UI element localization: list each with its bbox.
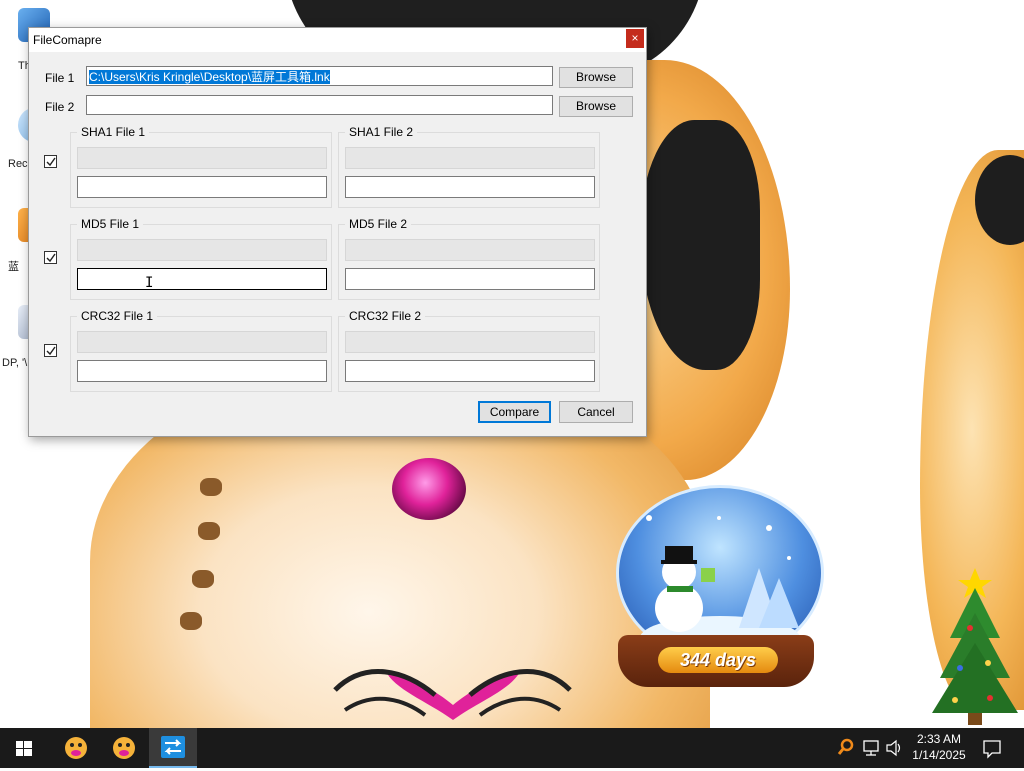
crc32-file2-computed [345, 331, 595, 353]
taskbar-clock[interactable]: 2:33 AM 1/14/2025 [900, 731, 978, 763]
taskbar-app-mascot-1[interactable] [52, 728, 100, 768]
sha1-file2-group: SHA1 File 2 [338, 125, 600, 208]
network-icon [863, 740, 879, 756]
md5-file2-input[interactable] [345, 268, 595, 290]
snow-globe-widget[interactable]: 344 days [612, 485, 824, 705]
md5-file1-computed [77, 239, 327, 261]
file2-browse-button[interactable]: Browse [559, 96, 633, 117]
md5-file2-group: MD5 File 2 [338, 217, 600, 300]
clock-date: 1/14/2025 [912, 748, 966, 762]
dialog-title: FileComapre [33, 33, 102, 47]
checkmark-icon [46, 157, 56, 167]
checkmark-icon [46, 346, 56, 356]
crc32-file1-group: CRC32 File 1 [70, 309, 332, 392]
crc32-file1-computed [77, 331, 327, 353]
text-cursor-icon: I [145, 275, 154, 291]
file2-path-input[interactable] [86, 95, 553, 115]
mascot-icon [113, 737, 135, 759]
md5-file1-group: MD5 File 1 [70, 217, 332, 300]
crc32-file1-input[interactable] [77, 360, 327, 382]
start-button[interactable] [0, 728, 48, 768]
action-center-button[interactable] [980, 728, 1004, 768]
sha1-checkbox[interactable] [44, 155, 57, 168]
snowman-scene [640, 515, 800, 660]
checkmark-icon [46, 253, 56, 263]
file1-browse-button[interactable]: Browse [559, 67, 633, 88]
file-compare-dialog: FileComapre × File 1 C:\Users\Kris Kring… [28, 27, 647, 437]
windows-logo-icon [16, 741, 32, 756]
crc32-file2-group: CRC32 File 2 [338, 309, 600, 392]
sha1-file2-input[interactable] [345, 176, 595, 198]
network-tray-icon[interactable] [860, 728, 882, 768]
md5-file2-title: MD5 File 2 [345, 217, 412, 231]
sha1-file2-title: SHA1 File 2 [345, 125, 418, 139]
compare-button[interactable]: Compare [478, 401, 551, 423]
md5-file2-computed [345, 239, 595, 261]
file2-label: File 2 [45, 100, 75, 114]
christmas-tree-icon [932, 568, 1018, 725]
days-countdown-badge: 344 days [658, 647, 778, 673]
md5-file1-input[interactable] [77, 268, 327, 290]
md5-file1-title: MD5 File 1 [77, 217, 144, 231]
clock-time: 2:33 AM [916, 732, 962, 746]
file1-path-input[interactable]: C:\Users\Kris Kringle\Desktop\蓝屏工具箱.lnk [86, 66, 553, 86]
sha1-file1-computed [77, 147, 327, 169]
sha1-file2-computed [345, 147, 595, 169]
mascot-icon [65, 737, 87, 759]
sha1-file1-title: SHA1 File 1 [77, 125, 150, 139]
notification-icon [983, 740, 1001, 759]
taskbar-app-file-compare[interactable] [149, 728, 197, 768]
dialog-titlebar[interactable]: FileComapre × [29, 28, 646, 52]
sha1-file1-input[interactable] [77, 176, 327, 198]
cancel-button[interactable]: Cancel [559, 401, 633, 423]
file1-label: File 1 [45, 71, 75, 85]
crc32-checkbox[interactable] [44, 344, 57, 357]
crc32-file1-title: CRC32 File 1 [77, 309, 158, 323]
wallpaper-gem [392, 458, 466, 520]
snow-globe-base: 344 days [618, 635, 814, 687]
sha1-file1-group: SHA1 File 1 [70, 125, 332, 208]
taskbar-app-mascot-2[interactable] [100, 728, 148, 768]
crc32-file2-title: CRC32 File 2 [345, 309, 426, 323]
file1-path-value: C:\Users\Kris Kringle\Desktop\蓝屏工具箱.lnk [89, 70, 330, 84]
md5-checkbox[interactable] [44, 251, 57, 264]
close-icon: × [631, 31, 639, 45]
wallpaper-heart-tattoo [333, 669, 572, 720]
compare-arrows-icon [161, 736, 185, 758]
crc32-file2-input[interactable] [345, 360, 595, 382]
close-button[interactable]: × [626, 29, 644, 48]
search-tool-icon [837, 738, 854, 755]
taskbar: 2:33 AM 1/14/2025 [0, 728, 1024, 768]
search-tool-tray-icon[interactable] [836, 728, 856, 768]
